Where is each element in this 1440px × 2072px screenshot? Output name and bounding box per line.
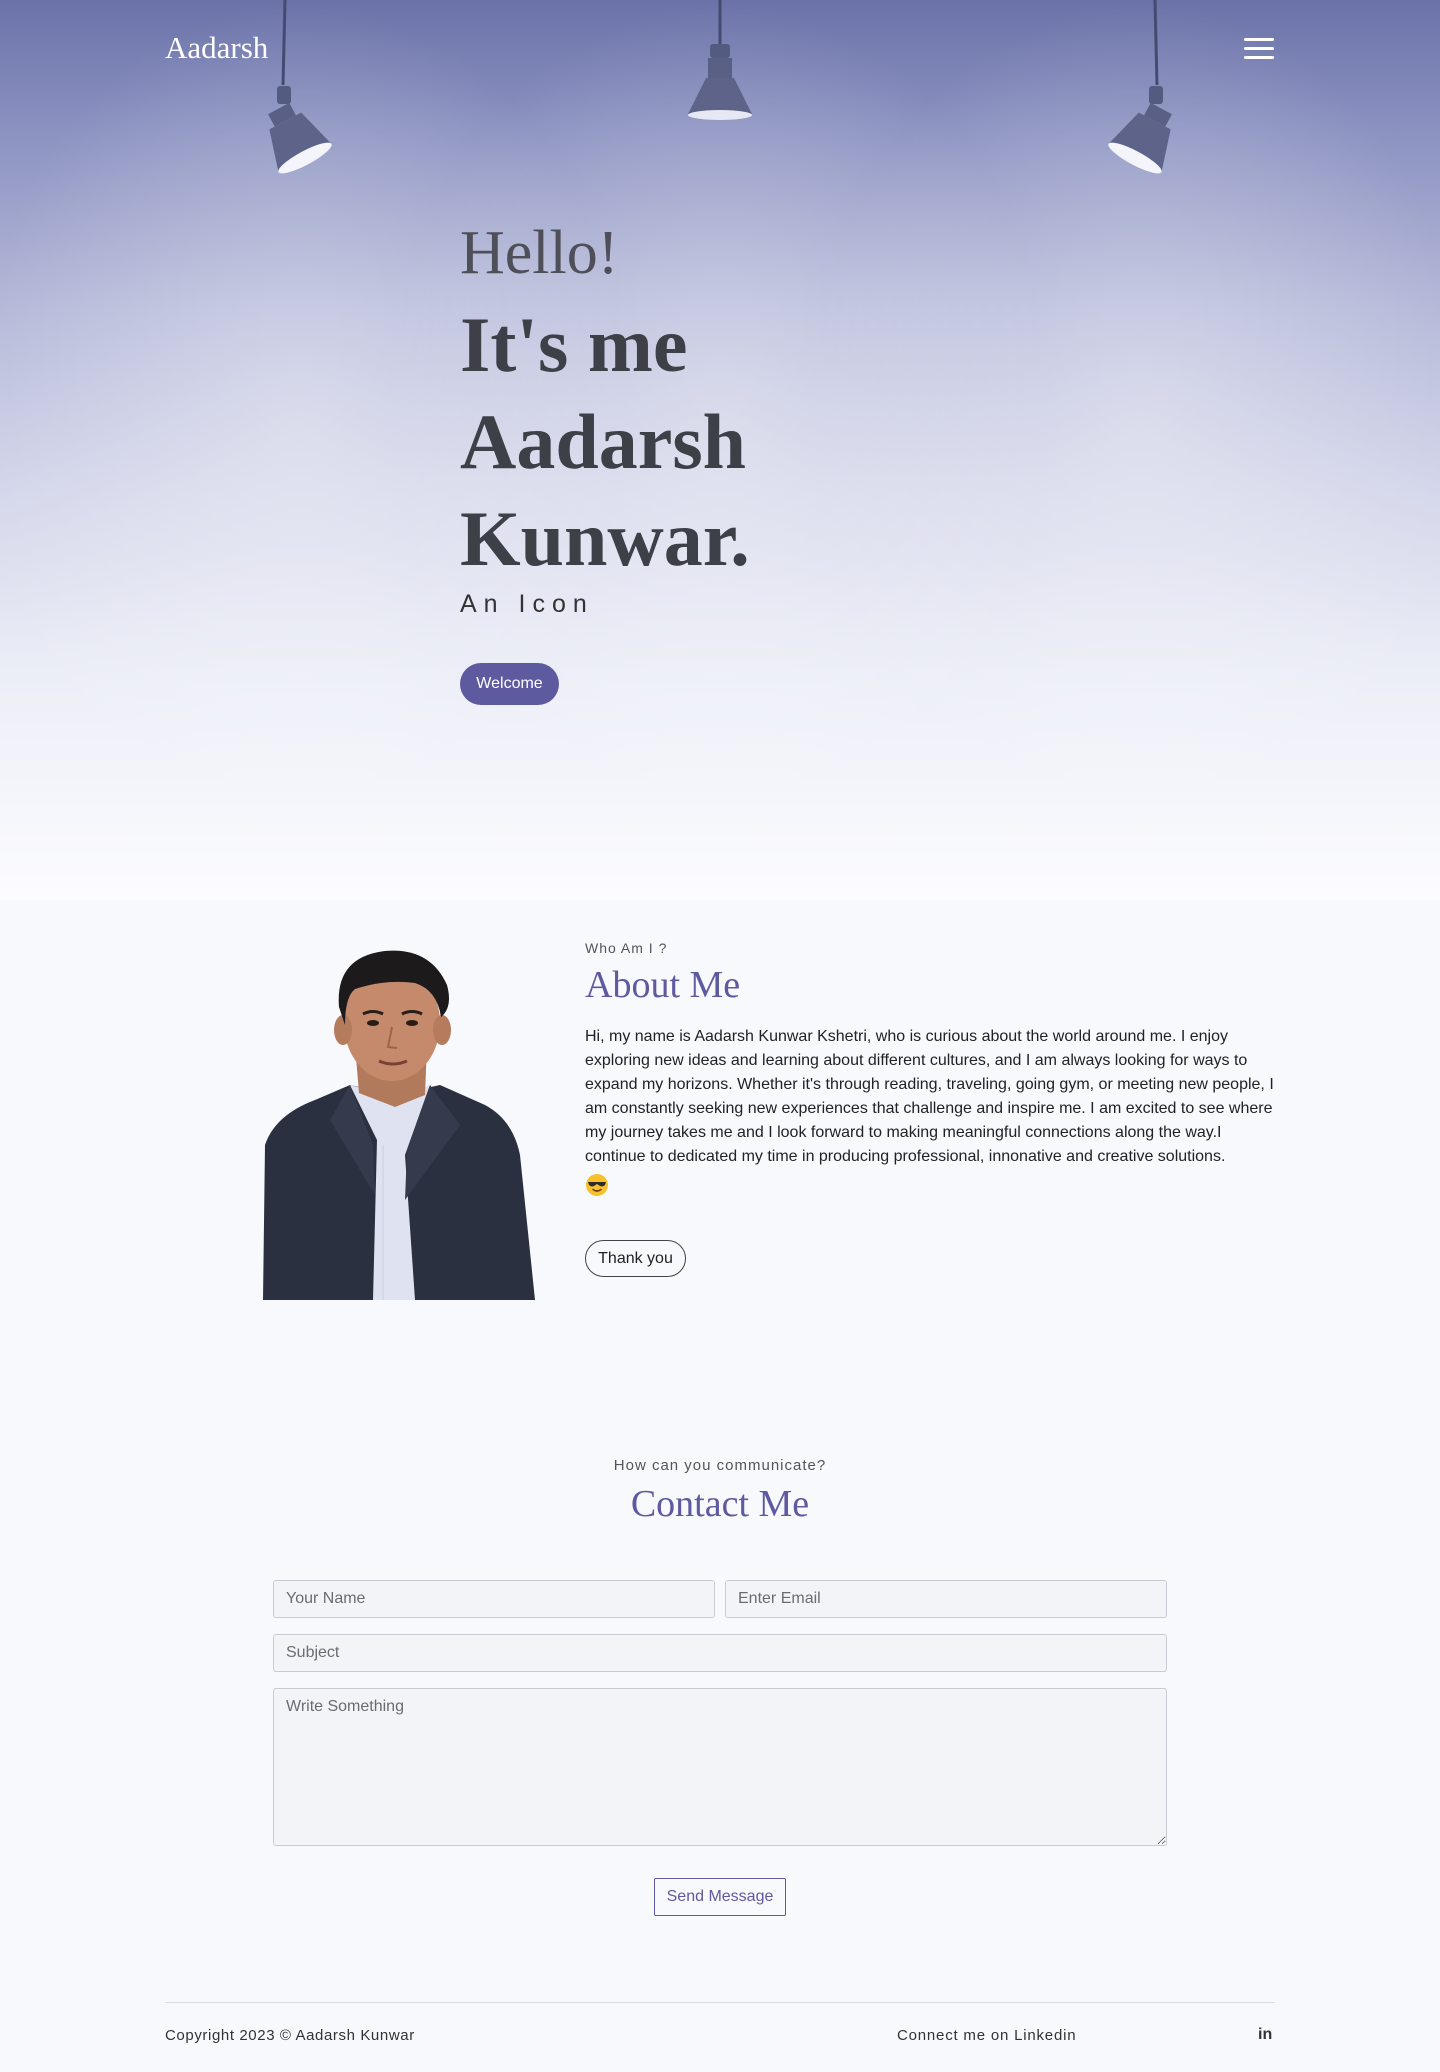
footer-divider <box>165 2002 1275 2003</box>
hero-headline: It's me Aadarsh Kunwar. <box>460 296 1020 587</box>
linkedin-icon[interactable]: in <box>1258 2026 1272 2044</box>
hamburger-menu-icon[interactable] <box>1244 36 1276 62</box>
spotlight-lamp-icon <box>268 0 332 174</box>
contact-title: Contact Me <box>630 1483 810 1525</box>
hero-greeting: Hello! <box>460 219 619 287</box>
welcome-button[interactable]: Welcome <box>460 663 559 705</box>
about-kicker: Who Am I ? <box>585 940 668 956</box>
message-textarea[interactable] <box>273 1688 1167 1846</box>
email-input[interactable] <box>725 1580 1167 1618</box>
about-title: About Me <box>585 964 741 1006</box>
spotlight-lamp-icon <box>688 0 752 120</box>
spotlight-lamp-icon <box>1108 0 1172 174</box>
subject-input[interactable] <box>273 1634 1167 1672</box>
hero-headline-line: Kunwar. <box>460 495 750 582</box>
profile-photo <box>263 950 535 1300</box>
brand-logo[interactable]: Aadarsh <box>165 30 268 66</box>
name-input[interactable] <box>273 1580 715 1618</box>
hero-tagline: An Icon <box>460 590 594 618</box>
hero-headline-line: It's me <box>460 301 688 388</box>
hero-headline-line: Aadarsh <box>460 398 747 485</box>
send-message-button[interactable]: Send Message <box>654 1878 786 1916</box>
about-description: Hi, my name is Aadarsh Kunwar Kshetri, w… <box>585 1028 1274 1165</box>
sunglasses-face-emoji <box>586 1174 608 1196</box>
contact-kicker: How can you communicate? <box>613 1457 827 1474</box>
copyright-text: Copyright 2023 © Aadarsh Kunwar <box>165 2027 415 2044</box>
hero-section: Aadarsh Hello! It's me Aadarsh Kunwar. A… <box>0 0 1440 900</box>
linkedin-connect-link[interactable]: Connect me on Linkedin <box>897 2027 1076 2044</box>
thank-you-button[interactable]: Thank you <box>585 1240 686 1277</box>
